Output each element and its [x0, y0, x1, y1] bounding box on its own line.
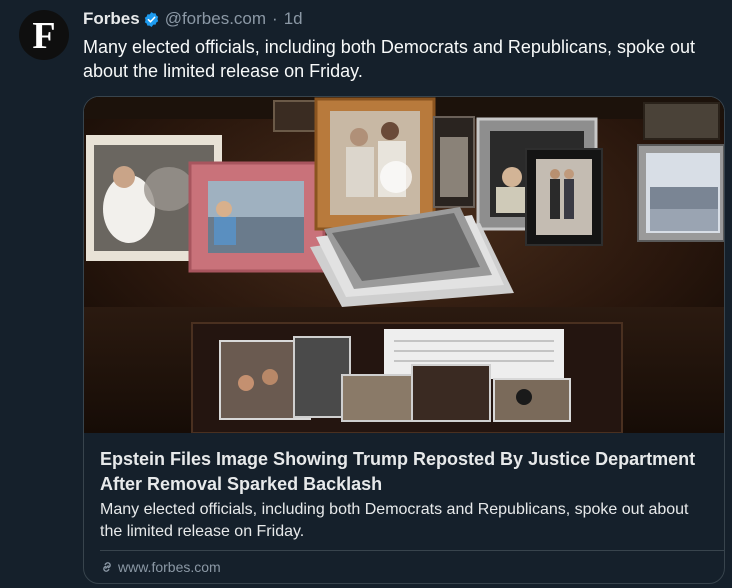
verified-badge-icon — [144, 11, 158, 27]
card-domain-link[interactable]: www.forbes.com — [100, 559, 221, 575]
card-description: Many elected officials, including both D… — [100, 501, 689, 540]
avatar[interactable]: F — [19, 10, 69, 60]
post[interactable]: F Forbes @forbes.com · 1d Many elected o… — [0, 0, 732, 588]
post-header: Forbes @forbes.com · 1d — [83, 8, 303, 30]
card-divider — [100, 550, 724, 551]
header-separator: · — [272, 9, 278, 28]
card-image[interactable] — [84, 97, 724, 433]
link-icon — [103, 562, 111, 572]
post-timestamp[interactable]: 1d — [284, 9, 303, 29]
card-photo — [84, 97, 724, 433]
card-domain: www.forbes.com — [118, 559, 221, 575]
avatar-letter: F — [32, 15, 56, 57]
author-name[interactable]: Forbes — [83, 9, 140, 29]
link-card[interactable]: Epstein Files Image Showing Trump Repost… — [83, 96, 725, 584]
post-text: Many elected officials, including both D… — [83, 37, 696, 81]
author-handle[interactable]: @forbes.com — [165, 9, 266, 29]
card-title[interactable]: Epstein Files Image Showing Trump Repost… — [100, 447, 700, 497]
